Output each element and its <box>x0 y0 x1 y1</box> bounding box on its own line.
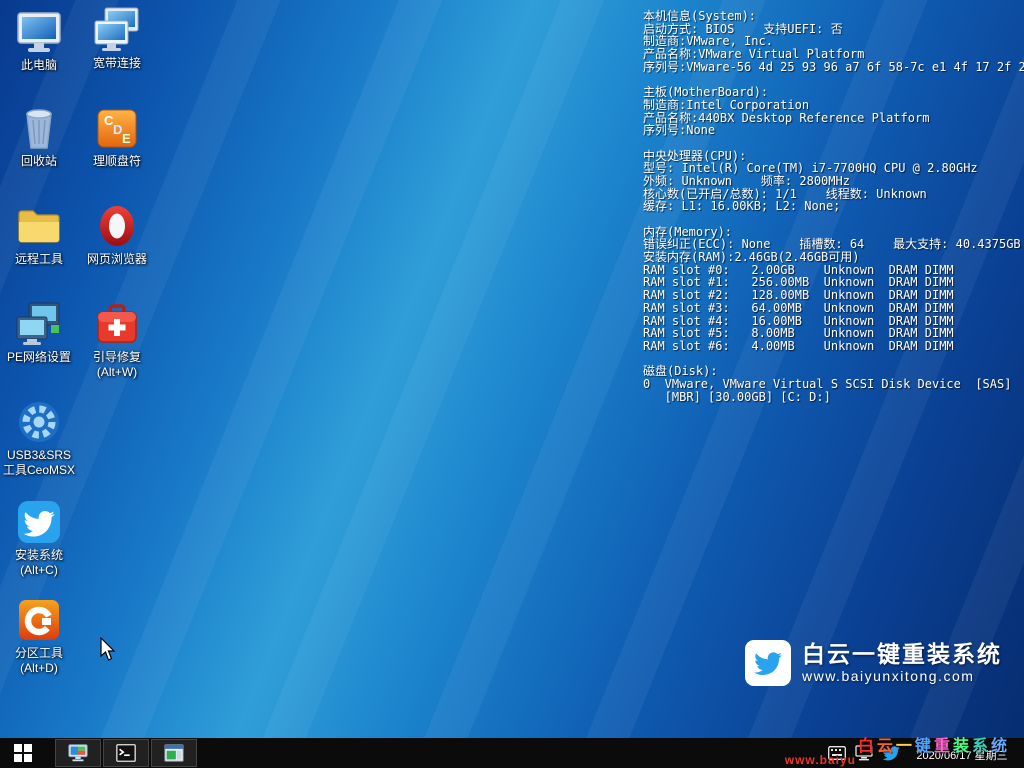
desktop-icon-usb3-srs-tool[interactable]: USB3&SRS 工具CeoMSX <box>2 398 76 478</box>
desktop-icon-pe-network-settings[interactable]: PE网络设置 <box>2 300 76 365</box>
system-info-line: RAM slot #6: 4.00MB Unknown DRAM DIMM <box>643 340 1023 353</box>
system-info-panel: 本机信息(System): 启动方式: BIOS 支持UEFI: 否 制造商:V… <box>643 10 1023 403</box>
watermark-text: 白云一键重装系统 <box>858 732 1010 756</box>
system-info-line <box>643 213 1023 226</box>
desktop-icon-label: 宽带连接 <box>80 56 154 71</box>
desktop-icon-boot-repair[interactable]: 引导修复 (Alt+W) <box>80 300 154 380</box>
system-info-line: 主板(MotherBoard): <box>643 86 1023 99</box>
system-info-line: 序列号:VMware-56 4d 25 93 96 a7 6f 58-7c e1… <box>643 61 1023 74</box>
system-info-line: [MBR] [30.00GB] [C: D:] <box>643 391 1023 404</box>
desktop-icon-label: 此电脑 <box>2 58 76 73</box>
brand-logo: 白云一键重装系统 www.baiyunxitong.com <box>745 640 1002 686</box>
watermark-url: www.baiyu <box>785 753 856 767</box>
diskgenius-icon <box>15 596 63 644</box>
start-button[interactable] <box>0 738 46 768</box>
watermark-char: 统 <box>991 732 1010 756</box>
watermark-char: 云 <box>877 732 896 756</box>
brand-title: 白云一键重装系统 <box>802 641 1002 667</box>
brand-twitter-bird-icon <box>745 640 791 686</box>
desktop-icon-partition-tool[interactable]: 分区工具 (Alt+D) <box>2 596 76 676</box>
desktop-icon-remote-tools[interactable]: 远程工具 <box>2 202 76 267</box>
desktop-icon-label: 回收站 <box>2 154 76 169</box>
desktop-icon-broadband[interactable]: 宽带连接 <box>80 6 154 71</box>
system-info-line: 序列号:None <box>643 124 1023 137</box>
taskbar-app-cmd[interactable] <box>103 739 149 767</box>
folder-icon <box>15 202 63 250</box>
desktop-icon-label: 分区工具 (Alt+D) <box>2 646 76 676</box>
dual-monitor-icon <box>93 6 141 54</box>
desktop-icon-this-pc[interactable]: 此电脑 <box>2 8 76 73</box>
twitter-bird-icon <box>15 498 63 546</box>
desktop-icon-recycle-bin[interactable]: 回收站 <box>2 104 76 169</box>
desktop-icon-label: 网页浏览器 <box>80 252 154 267</box>
system-info-line: RAM slot #2: 128.00MB Unknown DRAM DIMM <box>643 289 1023 302</box>
system-info-line: 外频: Unknown 频率: 2800MHz <box>643 175 1023 188</box>
desktop-icon-label: 安装系统 (Alt+C) <box>2 548 76 578</box>
system-info-line: 0 VMware, VMware Virtual S SCSI Disk Dev… <box>643 378 1023 391</box>
desktop-icon-label: 引导修复 (Alt+W) <box>80 350 154 380</box>
system-info-line: 产品名称:VMware Virtual Platform <box>643 48 1023 61</box>
taskbar-spacer <box>46 738 54 768</box>
mouse-cursor <box>100 637 118 668</box>
desktop-icon-drive-letter[interactable]: C D E 理顺盘符 <box>80 104 154 169</box>
network-monitors-icon <box>15 300 63 348</box>
gear-icon <box>15 398 63 446</box>
brand-text: 白云一键重装系统 www.baiyunxitong.com <box>802 641 1002 685</box>
system-info-line: RAM slot #5: 8.00MB Unknown DRAM DIMM <box>643 327 1023 340</box>
watermark-char: 重 <box>934 732 953 756</box>
desktop-icon-label: PE网络设置 <box>2 350 76 365</box>
desktop-icon-label: USB3&SRS 工具CeoMSX <box>2 448 76 478</box>
desktop-icon-label: 理顺盘符 <box>80 154 154 169</box>
desktop-icon-label: 远程工具 <box>2 252 76 267</box>
opera-icon <box>93 202 141 250</box>
system-info-line: 缓存: L1: 16.00KB; L2: None; <box>643 200 1023 213</box>
watermark-char: 白 <box>858 732 877 756</box>
system-info-line: 本机信息(System): <box>643 10 1023 23</box>
taskbar-app-network-monitor[interactable] <box>55 739 101 767</box>
watermark-char: 系 <box>972 732 991 756</box>
brand-url: www.baiyunxitong.com <box>802 667 1002 685</box>
desktop: 此电脑 回收站 远程工具 PE网络设置 <box>0 0 1024 768</box>
watermark-char: 一 <box>896 732 915 756</box>
drive-letters-icon: C D E <box>93 104 141 152</box>
recycle-bin-icon <box>15 104 63 152</box>
watermark-char: 装 <box>953 732 972 756</box>
taskbar-app-window[interactable] <box>151 739 197 767</box>
system-info-line <box>643 137 1023 150</box>
desktop-icon-install-system[interactable]: 安装系统 (Alt+C) <box>2 498 76 578</box>
this-pc-icon <box>15 8 63 56</box>
svg-text:E: E <box>122 131 131 146</box>
first-aid-kit-icon <box>93 300 141 348</box>
system-info-line: RAM slot #3: 64.00MB Unknown DRAM DIMM <box>643 302 1023 315</box>
desktop-icon-web-browser[interactable]: 网页浏览器 <box>80 202 154 267</box>
system-info-line: 安装内存(RAM):2.46GB(2.46GB可用) <box>643 251 1023 264</box>
watermark-char: 键 <box>915 732 934 756</box>
svg-text:D: D <box>113 122 122 137</box>
system-info-line: 制造商:Intel Corporation <box>643 99 1023 112</box>
